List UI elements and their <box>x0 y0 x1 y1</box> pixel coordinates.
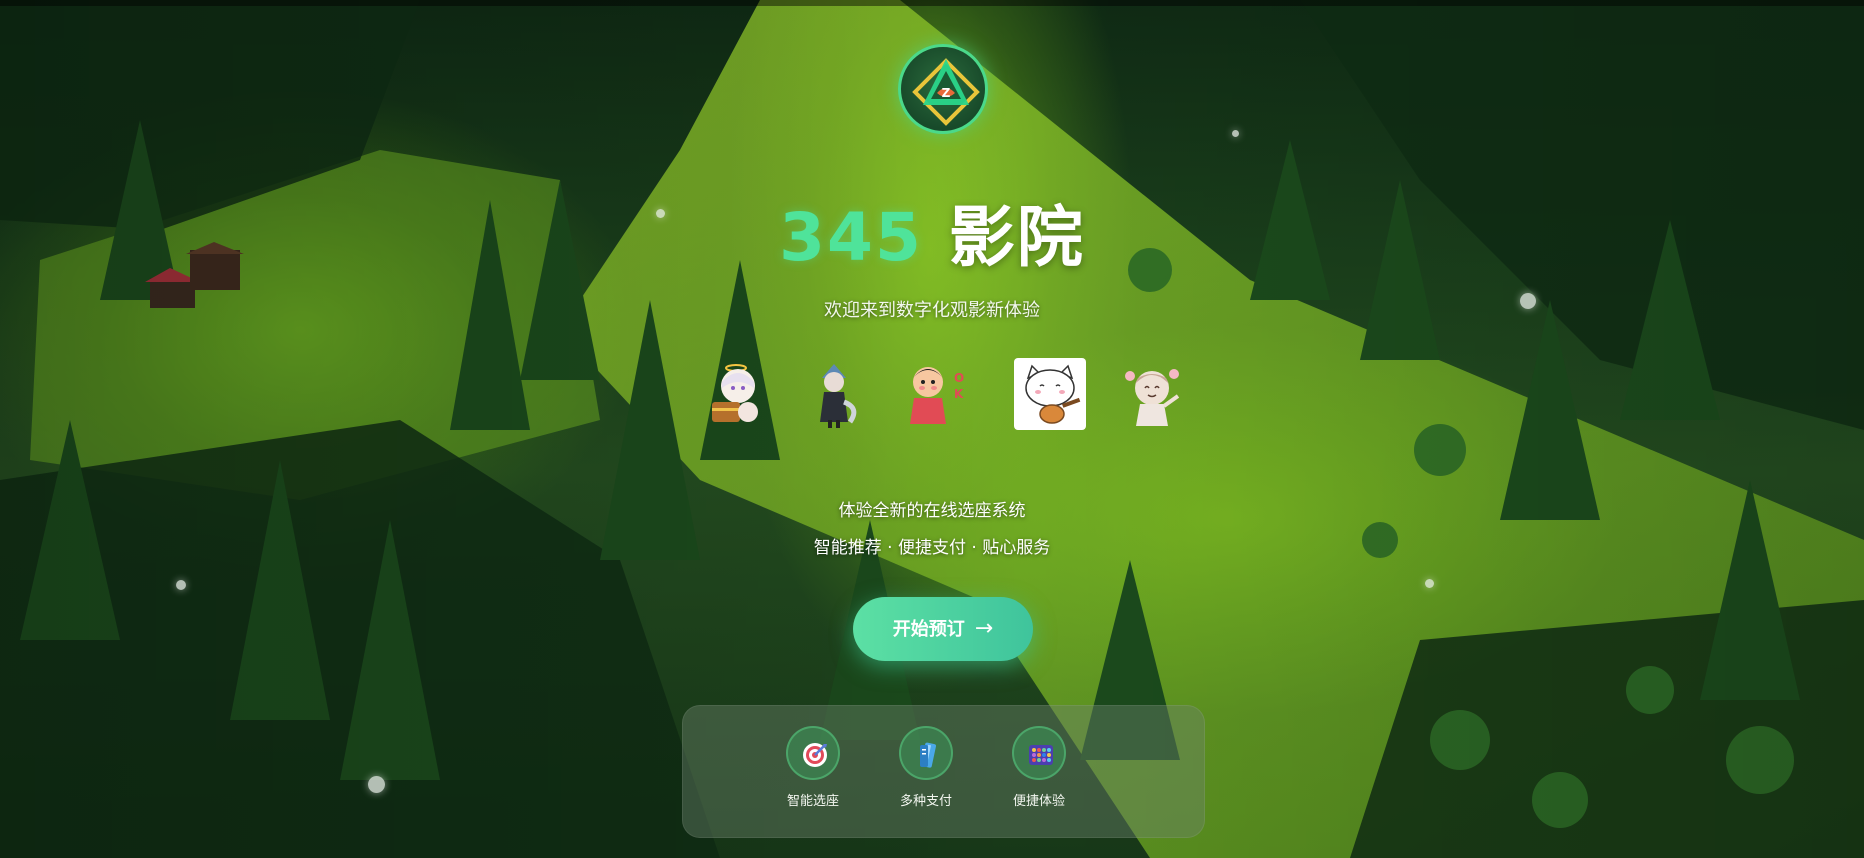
ok-kid-sticker: O K <box>896 358 968 430</box>
cat-guitar-icon <box>1025 364 1081 424</box>
flower-girl-sticker <box>1116 358 1188 430</box>
brand-number: 345 <box>779 199 923 276</box>
features-panel: 智能选座 多种支付 便捷体验 <box>682 705 1205 838</box>
feature-multi-payment[interactable]: 多种支付 <box>878 726 974 809</box>
ok-kid-icon: O K <box>910 367 964 424</box>
brand-name: 影院 <box>948 199 1085 276</box>
dark-character-sticker <box>798 358 870 430</box>
feature-label: 多种支付 <box>899 794 952 809</box>
card-icon <box>899 726 953 780</box>
svg-text:Z: Z <box>942 86 951 100</box>
svg-text:K: K <box>954 387 964 401</box>
anime-girl-chest-icon <box>712 364 758 422</box>
svg-text:O: O <box>954 371 964 385</box>
feature-easy-experience[interactable]: 便捷体验 <box>991 726 1087 809</box>
cat-guitar-sticker <box>1014 358 1086 430</box>
grid-icon <box>1012 726 1066 780</box>
feature-label: 智能选座 <box>786 794 839 809</box>
brand-logo[interactable]: Z <box>898 44 988 134</box>
flower-girl-icon <box>1125 369 1180 426</box>
triangle-diamond-logo-icon: Z <box>912 58 980 126</box>
start-booking-label: 开始预订 <box>892 619 965 640</box>
start-booking-button[interactable]: 开始预订 → <box>853 597 1033 661</box>
hero-subtitle: 欢迎来到数字化观影新体验 <box>824 300 1040 321</box>
feature-line-services: 智能推荐 · 便捷支付 · 贴心服务 <box>813 538 1051 558</box>
sticker-row: O K <box>700 358 1190 438</box>
feature-smart-seat[interactable]: 智能选座 <box>765 726 861 809</box>
arrow-right-icon: → <box>974 616 994 641</box>
feature-label: 便捷体验 <box>1012 794 1065 809</box>
hero-section: Z 345 影院 欢迎来到数字化观影新体验 O K 体验全新的在线选座系统 智能… <box>0 0 1864 858</box>
target-icon <box>786 726 840 780</box>
brand-title: 345 影院 <box>0 198 1864 278</box>
feature-line-system: 体验全新的在线选座系统 <box>838 501 1026 521</box>
dark-character-icon <box>820 364 857 428</box>
anime-girl-chest-sticker <box>700 358 772 430</box>
